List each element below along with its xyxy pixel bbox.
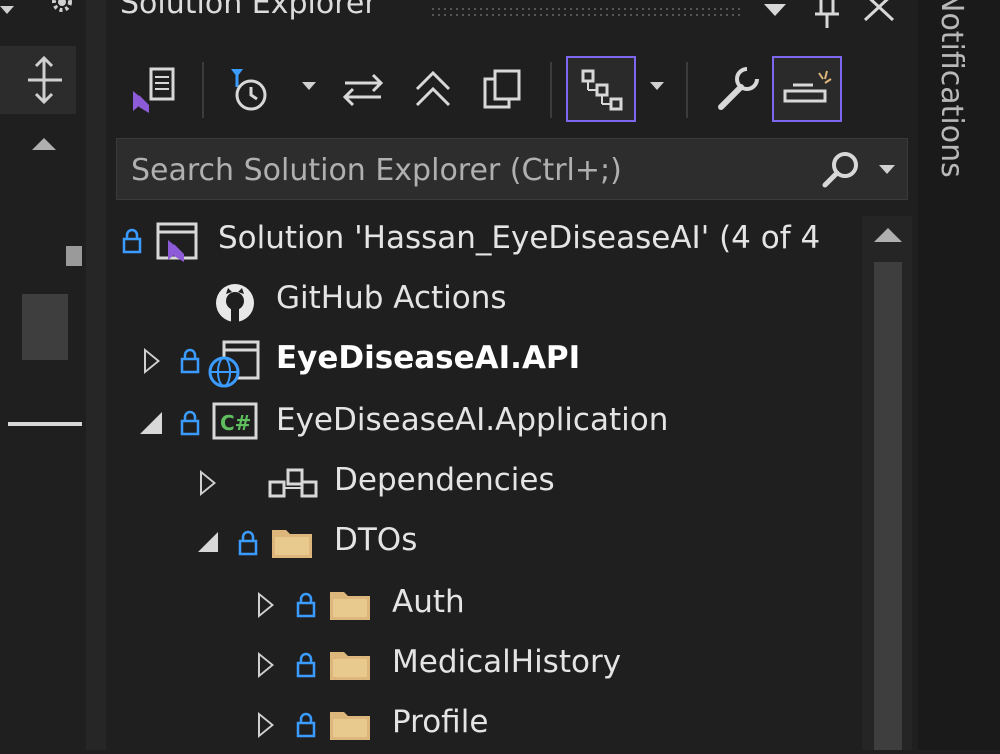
left-tool-strip bbox=[0, 0, 86, 750]
pending-changes-filter-button[interactable] bbox=[218, 56, 280, 122]
collapse-icon[interactable] bbox=[198, 532, 218, 552]
collapse-all-icon bbox=[415, 70, 451, 107]
tree-item-auth[interactable]: Auth bbox=[106, 574, 866, 634]
expand-icon-inner bbox=[260, 596, 271, 614]
hierarchy-icon bbox=[581, 69, 623, 111]
divider-line bbox=[8, 422, 82, 426]
svg-text:C#: C# bbox=[220, 411, 251, 435]
tree-item-label: Auth bbox=[392, 584, 465, 620]
switch-views-icon bbox=[133, 67, 175, 113]
tree-item-medical-history[interactable]: MedicalHistory bbox=[106, 634, 866, 694]
tree-item-profile[interactable]: Profile bbox=[106, 694, 866, 754]
search-options-dropdown-icon[interactable] bbox=[879, 165, 895, 174]
expand-icon-inner bbox=[202, 474, 213, 492]
wrench-icon bbox=[718, 67, 759, 110]
preview-selected-items-button[interactable] bbox=[772, 56, 842, 122]
solution-icon bbox=[156, 222, 198, 262]
preview-icon bbox=[783, 70, 832, 103]
search-box bbox=[116, 138, 908, 201]
expand-icon-inner bbox=[260, 656, 271, 674]
github-icon bbox=[216, 284, 254, 322]
lock-icon bbox=[180, 348, 200, 374]
csharp-project-icon: C# bbox=[212, 402, 258, 440]
tree-item-label: Dependencies bbox=[334, 462, 555, 498]
toolbar-separator bbox=[550, 62, 552, 118]
lock-icon bbox=[122, 228, 142, 254]
tree-item-label: DTOs bbox=[334, 522, 418, 558]
tree-item-dependencies[interactable]: Dependencies bbox=[106, 452, 866, 512]
scroll-up-icon[interactable] bbox=[874, 228, 902, 242]
notifications-tab[interactable]: Notifications bbox=[934, 0, 969, 178]
split-view-button[interactable] bbox=[0, 46, 76, 114]
folder-icon bbox=[330, 712, 370, 740]
web-project-icon bbox=[208, 340, 260, 388]
window-menu-icon[interactable] bbox=[764, 4, 786, 16]
dependencies-icon bbox=[268, 468, 318, 498]
panel-title: Solution Explorer bbox=[120, 0, 377, 21]
tracking-hierarchy-button[interactable] bbox=[566, 56, 636, 122]
search-icon[interactable] bbox=[819, 149, 863, 195]
scrollbar-thumb[interactable] bbox=[874, 262, 902, 750]
copy-pages-icon bbox=[483, 69, 521, 109]
scroll-up-icon[interactable] bbox=[32, 138, 56, 150]
toolbar-separator bbox=[686, 62, 688, 118]
show-all-files-button[interactable] bbox=[472, 56, 534, 122]
switch-views-button[interactable] bbox=[122, 56, 184, 122]
tree-item-solution[interactable]: Solution 'Hassan_EyeDiseaseAI' (4 of 4 bbox=[106, 210, 866, 270]
scroll-marker bbox=[66, 246, 82, 266]
tree-item-application-project[interactable]: C# EyeDiseaseAI.Application bbox=[106, 392, 866, 452]
close-icon[interactable] bbox=[862, 0, 896, 28]
lock-icon bbox=[296, 712, 316, 738]
collapse-all-button[interactable] bbox=[402, 56, 464, 122]
expand-icon-inner bbox=[146, 352, 157, 370]
tree-item-label: EyeDiseaseAI.Application bbox=[276, 402, 669, 438]
tree-item-label: Solution 'Hassan_EyeDiseaseAI' (4 of 4 bbox=[218, 220, 821, 256]
sync-active-document-button[interactable] bbox=[332, 56, 394, 122]
hierarchy-dropdown-icon[interactable] bbox=[650, 82, 664, 90]
tree-item-label: GitHub Actions bbox=[276, 280, 507, 316]
search-input[interactable] bbox=[129, 139, 793, 201]
expand-icon-inner bbox=[260, 716, 271, 734]
scrollbar-thumb[interactable] bbox=[22, 294, 68, 360]
tree-item-label: EyeDiseaseAI.API bbox=[276, 340, 581, 376]
tree-item-label: MedicalHistory bbox=[392, 644, 622, 680]
sync-arrows-icon bbox=[342, 73, 384, 107]
properties-button[interactable] bbox=[706, 56, 768, 122]
gear-icon[interactable] bbox=[46, 0, 78, 24]
folder-icon bbox=[330, 652, 370, 680]
folder-icon bbox=[272, 530, 312, 558]
collapse-icon[interactable] bbox=[140, 412, 162, 434]
toolbar-separator bbox=[202, 62, 204, 118]
pending-filter-dropdown-icon[interactable] bbox=[302, 82, 316, 90]
pin-icon[interactable] bbox=[812, 0, 842, 34]
panel-splitter[interactable] bbox=[86, 0, 106, 750]
dropdown-arrow-icon[interactable] bbox=[0, 6, 14, 14]
tree-item-dtos[interactable]: DTOs bbox=[106, 512, 866, 572]
tree-item-label: Profile bbox=[392, 704, 489, 740]
lock-icon bbox=[238, 530, 258, 556]
lock-icon bbox=[180, 410, 200, 436]
title-drag-grip[interactable] bbox=[430, 6, 740, 20]
folder-icon bbox=[330, 592, 370, 620]
tree-item-github-actions[interactable]: GitHub Actions bbox=[106, 270, 866, 330]
clock-filter-icon bbox=[231, 69, 267, 111]
tree-item-api-project[interactable]: EyeDiseaseAI.API bbox=[106, 330, 866, 390]
lock-icon bbox=[296, 652, 316, 678]
lock-icon bbox=[296, 592, 316, 618]
toolbar bbox=[106, 50, 918, 132]
